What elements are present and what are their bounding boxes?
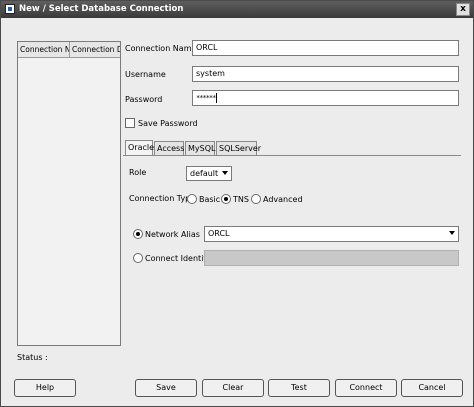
radio-tns[interactable]: [221, 194, 231, 204]
save-password-checkbox[interactable]: [125, 118, 135, 128]
close-button[interactable]: x: [456, 3, 470, 16]
radio-basic[interactable]: [187, 194, 197, 204]
chevron-down-icon: [222, 171, 228, 175]
connection-type-label: Connection Type: [129, 194, 196, 203]
chevron-down-icon: [449, 231, 455, 235]
column-header-connection-name[interactable]: Connection N...: [18, 42, 70, 57]
title-bar[interactable]: New / Select Database Connection x: [1, 1, 473, 18]
radio-tns-label: TNS: [233, 195, 249, 204]
role-select[interactable]: default: [186, 166, 232, 181]
test-button[interactable]: Test: [268, 379, 330, 397]
radio-basic-label: Basic: [199, 195, 221, 204]
close-icon: x: [460, 4, 466, 14]
column-header-connection-details[interactable]: Connection D...: [70, 42, 120, 57]
connection-list-header: Connection N... Connection D...: [18, 42, 120, 58]
username-input[interactable]: system: [192, 66, 459, 82]
network-alias-select[interactable]: ORCL: [204, 226, 459, 242]
radio-advanced-label: Advanced: [263, 195, 303, 204]
tab-sqlserver[interactable]: SQLServer: [216, 141, 261, 155]
tab-mysql[interactable]: MySQL: [185, 141, 215, 155]
password-label: Password: [125, 95, 163, 104]
tab-oracle[interactable]: Oracle: [125, 140, 154, 155]
radio-network-alias[interactable]: [133, 229, 143, 239]
tab-access[interactable]: Access: [154, 141, 184, 155]
window-title: New / Select Database Connection: [19, 4, 184, 14]
radio-connect-identifier[interactable]: [133, 253, 143, 263]
save-button[interactable]: Save: [135, 379, 197, 397]
help-button[interactable]: Help: [14, 379, 76, 397]
connect-button[interactable]: Connect: [335, 379, 397, 397]
save-password-label: Save Password: [138, 119, 198, 128]
network-alias-label: Network Alias: [145, 230, 200, 239]
dialog-window: New / Select Database Connection x Conne…: [0, 0, 474, 407]
radio-advanced[interactable]: [251, 194, 261, 204]
cancel-button[interactable]: Cancel: [401, 379, 463, 397]
connection-name-input[interactable]: ORCL: [192, 40, 459, 56]
password-value: ******: [196, 94, 216, 102]
role-value: default: [190, 169, 219, 178]
status-label: Status :: [17, 353, 48, 362]
password-input[interactable]: ******: [192, 90, 459, 106]
username-label: Username: [125, 70, 166, 79]
role-label: Role: [129, 168, 147, 177]
connection-list[interactable]: Connection N... Connection D...: [17, 41, 121, 346]
connect-identifier-input: [204, 250, 459, 266]
text-cursor: [216, 93, 218, 103]
app-icon: [5, 4, 15, 14]
connection-name-label: Connection Name: [125, 44, 197, 53]
clear-button[interactable]: Clear: [202, 379, 264, 397]
network-alias-value: ORCL: [208, 229, 230, 238]
